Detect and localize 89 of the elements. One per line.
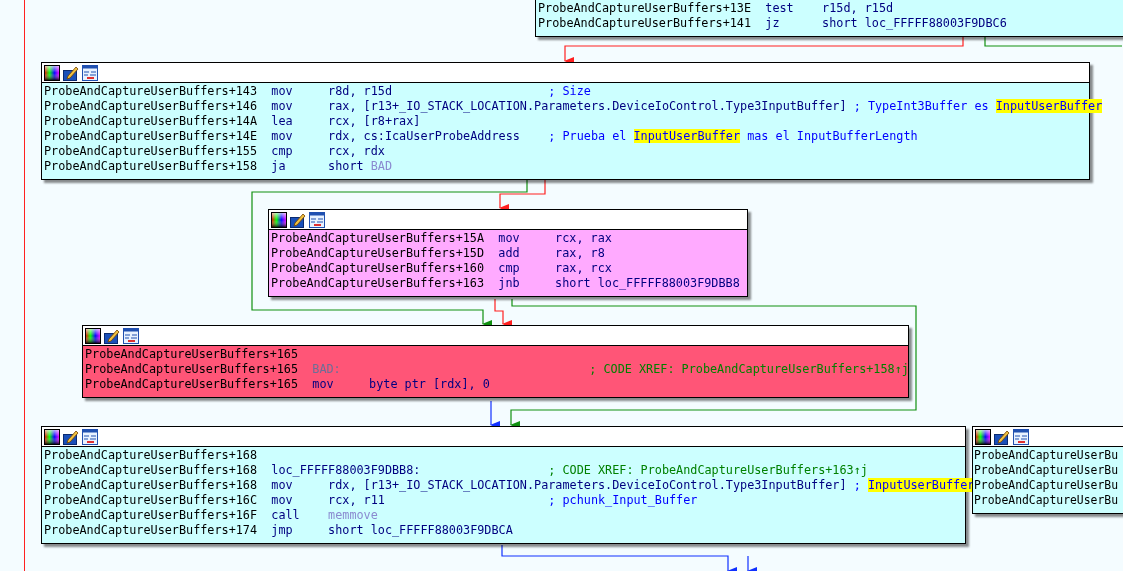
instruction-mnemonic: jnb (498, 276, 520, 290)
code-address: ProbeAndCaptureUserBuffers+163 (271, 276, 485, 290)
edit-icon[interactable] (104, 327, 120, 344)
instruction-operands: rdx, [r13+_IO_STACK_LOCATION.Parameters.DeviceIoControl.Type3InputBuffer] (328, 478, 847, 492)
instruction-operands: rcx, r11 (328, 493, 385, 507)
edit-icon[interactable] (290, 211, 306, 228)
code-address: ProbeAndCaptureUserBuffers+168 (44, 448, 258, 462)
instruction-mnemonic: cmp (271, 144, 293, 158)
instruction-operands: short loc_FFFFF88003F9DBC6 (822, 16, 1007, 30)
code-address: ProbeAndCaptureUserBuffers+155 (44, 144, 258, 158)
code-comment: ; Prueba el InputUserBuffer mas el InputBufferLength (548, 129, 918, 143)
code-comment: ; CODE XREF: ProbeAndCaptureUserBuffers+163↑j (548, 463, 868, 477)
instruction-mnemonic: mov (312, 377, 334, 391)
instruction-mnemonic: mov (271, 129, 293, 143)
code-label: loc_FFFFF88003F9DBB8: (271, 463, 421, 477)
instruction-operands: rcx, rdx (328, 144, 385, 158)
palette-icon[interactable] (271, 211, 287, 228)
code-comment: ; TypeInt3Buffer es InputUserBuffer (853, 99, 1103, 113)
code-address: ProbeAndCaptureUserBuffers+14E (44, 129, 258, 143)
edit-icon[interactable] (994, 428, 1010, 445)
code-address: ProbeAndCaptureUserBuffers+15D (271, 246, 485, 260)
code-address: ProbeAndCaptureUserBu (974, 448, 1118, 462)
edit-icon[interactable] (63, 64, 79, 81)
graph-icon[interactable] (82, 428, 98, 445)
graph-icon[interactable] (123, 327, 139, 344)
palette-icon[interactable] (975, 428, 991, 445)
instruction-operands: short BAD (328, 159, 393, 173)
instruction-operands: rcx, [r8+rax] (328, 114, 421, 128)
code-address: ProbeAndCaptureUserBu (974, 493, 1118, 507)
code-address: ProbeAndCaptureUserBu (974, 463, 1118, 477)
instruction-operands: rcx, rax (555, 231, 612, 245)
code-block[interactable]: ProbeAndCaptureUserBuffers+165 ProbeAndCaptureUserBuffers+165 BAD: ; CODE XREF: ProbeAndCaptureUserBuffers+158↑j ProbeAndCaptureUserBuffers+165 mov byte ptr [rdx], 0 (82, 325, 909, 398)
code-address: ProbeAndCaptureUserBuffers+168 (44, 478, 258, 492)
instruction-mnemonic: mov (271, 478, 293, 492)
code-block[interactable]: ProbeAndCaptureUserBuffers+13E test r15d, r15d ProbeAndCaptureUserBuffers+141 jz short loc_FFFFF88003F9DBC6 (535, 0, 1123, 37)
instruction-operands: byte ptr [rdx], 0 (369, 377, 490, 391)
code-address: ProbeAndCaptureUserBuffers+16F (44, 508, 258, 522)
instruction-mnemonic: jz (765, 16, 780, 30)
code-comment: ; Size (548, 84, 591, 98)
code-address: ProbeAndCaptureUserBuffers+13E (538, 1, 752, 15)
code-address: ProbeAndCaptureUserBuffers+165 (85, 362, 299, 376)
instruction-mnemonic: lea (271, 114, 293, 128)
code-address: ProbeAndCaptureUserBuffers+160 (271, 261, 485, 275)
instruction-operands: rdx, cs:IcaUserProbeAddress (328, 129, 520, 143)
instruction-mnemonic: mov (498, 231, 520, 245)
graph-icon[interactable] (82, 64, 98, 81)
code-address: ProbeAndCaptureUserBuffers+16C (44, 493, 258, 507)
instruction-mnemonic: call (271, 508, 300, 522)
instruction-operands: r8d, r15d (328, 84, 392, 98)
instruction-mnemonic: cmp (498, 261, 520, 275)
instruction-mnemonic: mov (271, 493, 293, 507)
instruction-operands: r15d, r15d (822, 1, 894, 15)
palette-icon[interactable] (44, 64, 60, 81)
instruction-operands: rax, rcx (555, 261, 612, 275)
code-block[interactable]: ProbeAndCaptureUserBuffers+15A mov rcx, rax ProbeAndCaptureUserBuffers+15D add rax, r8 ProbeAndCaptureUserBuffers+160 cmp rax, rcx ProbeAndCaptureUserBuffers+163 jnb short loc_FFFFF88003F9DBB8 (268, 209, 748, 297)
code-address: ProbeAndCaptureUserBuffers+158 (44, 159, 258, 173)
graph-icon[interactable] (1013, 428, 1029, 445)
instruction-mnemonic: test (765, 1, 794, 15)
code-address: ProbeAndCaptureUserBuffers+165 (85, 347, 299, 361)
flow-arrow (747, 555, 757, 571)
code-address: ProbeAndCaptureUserBuffers+168 (44, 463, 258, 477)
palette-icon[interactable] (44, 428, 60, 445)
instruction-mnemonic: mov (271, 99, 293, 113)
instruction-operands: rax, r8 (555, 246, 605, 260)
instruction-operands: short loc_FFFFF88003F9DBCA (328, 523, 513, 537)
code-label: BAD: (312, 362, 341, 376)
instruction-mnemonic: jmp (271, 523, 293, 537)
palette-icon[interactable] (85, 327, 101, 344)
code-address: ProbeAndCaptureUserBuffers+165 (85, 377, 299, 391)
code-address: ProbeAndCaptureUserBu (974, 478, 1118, 492)
code-address: ProbeAndCaptureUserBuffers+143 (44, 84, 258, 98)
code-comment: ; InputUserBuffer (853, 478, 975, 492)
instruction-mnemonic: ja (271, 159, 286, 173)
code-address: ProbeAndCaptureUserBuffers+141 (538, 16, 752, 30)
instruction-mnemonic: add (498, 246, 520, 260)
edit-icon[interactable] (63, 428, 79, 445)
instruction-operands: rax, [r13+_IO_STACK_LOCATION.Parameters.DeviceIoControl.Type3InputBuffer] (328, 99, 847, 113)
graph-icon[interactable] (309, 211, 325, 228)
instruction-operands: short loc_FFFFF88003F9DBB8 (555, 276, 740, 290)
code-block[interactable]: ProbeAndCaptureUserBu ProbeAndCaptureUserBu ProbeAndCaptureUserBu ProbeAndCaptureUserBu (972, 426, 1123, 514)
code-address: ProbeAndCaptureUserBuffers+174 (44, 523, 258, 537)
instruction-operands: memmove (328, 508, 378, 522)
instruction-mnemonic: mov (271, 84, 293, 98)
code-comment: ; pchunk_Input_Buffer (548, 493, 698, 507)
code-comment: ; CODE XREF: ProbeAndCaptureUserBuffers+158↑j (589, 362, 909, 376)
code-address: ProbeAndCaptureUserBuffers+15A (271, 231, 485, 245)
code-address: ProbeAndCaptureUserBuffers+14A (44, 114, 258, 128)
code-address: ProbeAndCaptureUserBuffers+146 (44, 99, 258, 113)
flow-arrow (490, 400, 500, 429)
